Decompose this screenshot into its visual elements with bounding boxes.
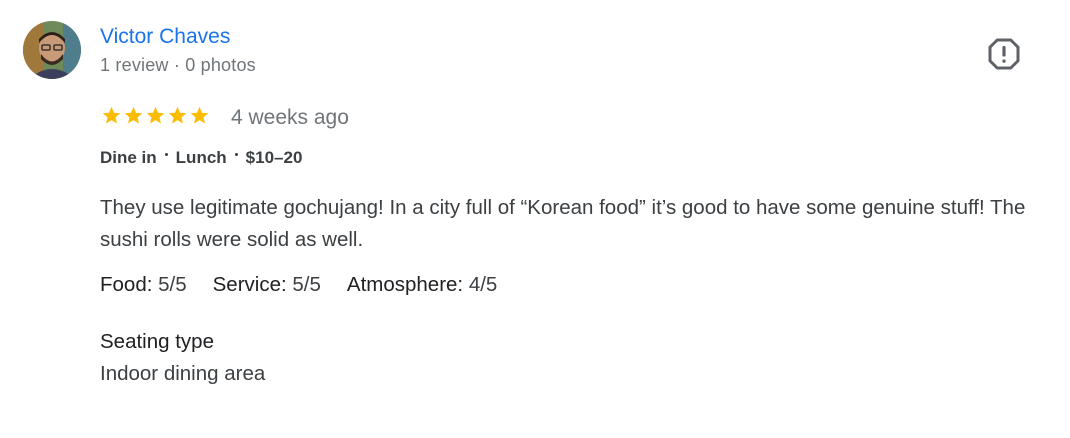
star-icon [146, 106, 165, 124]
sub-rating-service: Service: 5/5 [213, 273, 321, 297]
reviewer-avatar[interactable] [23, 21, 81, 79]
seating-type-value: Indoor dining area [100, 362, 266, 385]
sub-ratings: Food: 5/5 Service: 5/5 Atmosphere: 4/5 [100, 273, 497, 297]
tag-dine-in: Dine in [100, 148, 157, 167]
tag-meal: Lunch [175, 148, 227, 167]
sub-rating-label: Service: [212, 273, 287, 296]
review-date: 4 weeks ago [231, 106, 349, 129]
avatar-photo [23, 21, 81, 79]
star-icon [190, 106, 209, 124]
tag-price: $10–20 [245, 148, 303, 167]
seating-type-label: Seating type [100, 330, 214, 353]
sub-rating-value: 5/5 [292, 273, 321, 296]
sub-rating-value: 4/5 [468, 273, 498, 296]
star-icon [102, 106, 121, 124]
star-icon [124, 106, 143, 124]
report-flag-icon[interactable] [986, 36, 1022, 72]
sub-rating-label: Atmosphere: [346, 273, 464, 296]
visit-tags: Dine in Lunch $10–20 [100, 148, 302, 168]
sub-rating-label: Food: [100, 273, 153, 296]
reviewer-name-link[interactable]: Victor Chaves [100, 25, 230, 49]
tag-separator [234, 152, 238, 156]
star-rating [101, 105, 210, 126]
sub-rating-value: 5/5 [158, 273, 187, 296]
tag-separator [164, 152, 168, 156]
sub-rating-food: Food: 5/5 [100, 273, 187, 297]
review-text: They use legitimate gochujang! In a city… [100, 196, 1026, 251]
sub-rating-atmosphere: Atmosphere: 4/5 [347, 273, 497, 297]
reviewer-meta: 1 review · 0 photos [100, 55, 256, 75]
star-icon [168, 106, 187, 124]
